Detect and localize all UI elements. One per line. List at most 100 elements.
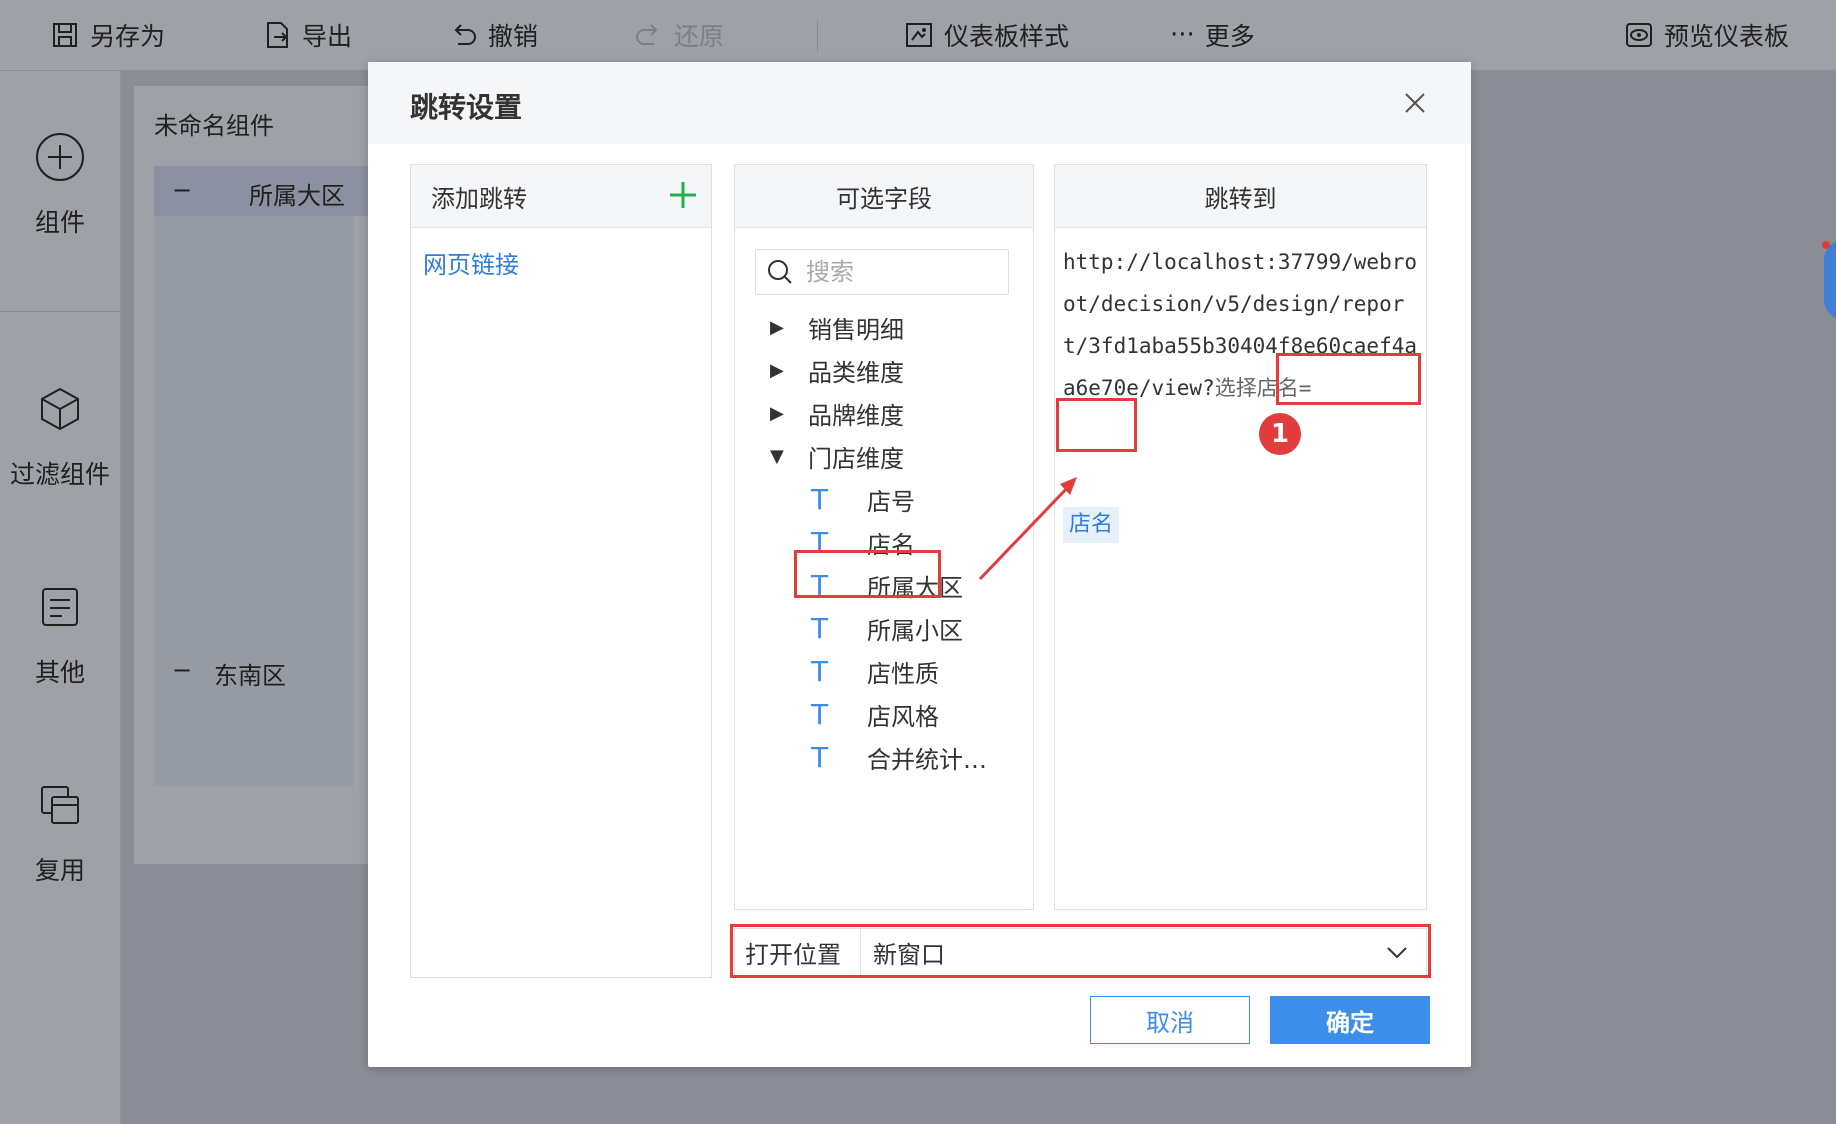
redo-button[interactable]: 还原 xyxy=(634,0,724,70)
tree-label: 所属小区 xyxy=(867,616,963,645)
collapse-icon[interactable]: − xyxy=(172,656,192,684)
toolbar-divider xyxy=(817,20,818,52)
tree-label: 店风格 xyxy=(867,702,939,731)
undo-icon xyxy=(454,24,476,45)
sidebar-item-label: 过滤组件 xyxy=(9,460,110,489)
more-label: 更多 xyxy=(1204,22,1255,51)
fields-header: 可选字段 xyxy=(735,165,1033,228)
sidebar-item-label: 复用 xyxy=(34,856,85,885)
url-editor[interactable]: http://localhost:37799/webroot/decision/… xyxy=(1063,241,1423,409)
component-title: 未命名组件 xyxy=(154,112,274,140)
open-position-label: 打开位置 xyxy=(735,929,861,975)
preview-dashboard-button[interactable]: 预览仪表板 xyxy=(1624,0,1789,70)
caret-right-icon[interactable]: ▶ xyxy=(770,403,784,424)
add-jump-title: 添加跳转 xyxy=(431,184,527,213)
save-as-button[interactable]: 另存为 xyxy=(50,0,165,70)
component-panel[interactable]: 未命名组件 − 所属大区 − 东南区 xyxy=(134,86,374,864)
text-field-icon: T xyxy=(811,697,829,731)
side-handle[interactable] xyxy=(1824,240,1836,320)
tree-field-store-nature[interactable]: T 店性质 xyxy=(735,649,1035,693)
tree-group-category[interactable]: ▶ 品类维度 xyxy=(735,348,1035,392)
tree-group-brand[interactable]: ▶ 品牌维度 xyxy=(735,391,1035,435)
jump-to-panel: 跳转到 http://localhost:37799/webroot/decis… xyxy=(1054,164,1427,910)
sidebar-item-components[interactable]: 组件 xyxy=(0,131,120,239)
field-tag-store-name[interactable]: 店名 xyxy=(1063,507,1120,543)
sidebar-item-filter[interactable]: 过滤组件 xyxy=(0,383,120,491)
header-label: 所属大区 xyxy=(249,182,345,210)
tree-label: 品牌维度 xyxy=(808,401,904,430)
dashboard-style-label: 仪表板样式 xyxy=(944,22,1070,51)
more-button[interactable]: ··· 更多 xyxy=(1170,0,1255,70)
text-field-icon: T xyxy=(811,482,829,516)
chevron-down-icon[interactable] xyxy=(1382,937,1412,967)
export-label: 导出 xyxy=(302,22,353,51)
sidebar-divider xyxy=(0,311,120,312)
tree-field-merge-stats[interactable]: T 合并统计… xyxy=(735,735,1035,779)
tree-label: 品类维度 xyxy=(808,358,904,387)
jump-to-header: 跳转到 xyxy=(1055,165,1426,228)
undo-button[interactable]: 撤销 xyxy=(448,0,538,70)
export-icon xyxy=(267,22,288,48)
dialog-header: 跳转设置 xyxy=(368,62,1471,144)
sidebar-item-reuse[interactable]: 复用 xyxy=(0,779,120,887)
sidebar-item-label: 组件 xyxy=(34,208,85,237)
tree-label: 店名 xyxy=(867,530,915,559)
search-field[interactable] xyxy=(755,249,1009,295)
tree-field-store-no[interactable]: T 店号 xyxy=(735,477,1035,521)
plus-circle-icon xyxy=(36,133,84,181)
text-field-icon: T xyxy=(811,740,829,774)
url-param: 选择店名= xyxy=(1214,376,1312,400)
text-field-icon: T xyxy=(811,654,829,688)
caret-right-icon[interactable]: ▶ xyxy=(770,317,784,338)
tree-label: 所属大区 xyxy=(867,573,963,602)
tree-group-sales-detail[interactable]: ▶ 销售明细 xyxy=(735,305,1035,349)
copy-icon xyxy=(41,786,79,824)
row-label: 东南区 xyxy=(214,662,286,690)
tree-field-store-name[interactable]: T 店名 xyxy=(735,520,1035,564)
caret-down-icon[interactable]: ▼ xyxy=(770,446,784,467)
ok-button[interactable]: 确定 xyxy=(1270,996,1430,1044)
collapse-icon[interactable]: − xyxy=(172,176,192,204)
open-position-value: 新窗口 xyxy=(873,940,945,969)
jump-settings-dialog: 跳转设置 添加跳转 网页链接 可选字段 ▶ 销售明细 ▶ 品类维度 ▶ xyxy=(368,62,1471,1067)
add-jump-header: 添加跳转 xyxy=(411,165,711,228)
redo-icon xyxy=(636,24,658,45)
notification-dot xyxy=(1822,241,1830,249)
export-button[interactable]: 导出 xyxy=(262,0,352,70)
tree-field-subregion[interactable]: T 所属小区 xyxy=(735,606,1035,650)
text-field-icon: T xyxy=(811,611,829,645)
save-as-label: 另存为 xyxy=(90,22,166,51)
component-table: − 所属大区 − 东南区 xyxy=(154,166,374,786)
text-field-icon: T xyxy=(811,525,829,559)
open-position-select[interactable]: 打开位置 新窗口 xyxy=(734,928,1427,976)
sidebar-item-other[interactable]: 其他 xyxy=(0,581,120,689)
tree-field-region[interactable]: T 所属大区 xyxy=(735,563,1035,607)
undo-label: 撤销 xyxy=(488,22,539,51)
caret-right-icon[interactable]: ▶ xyxy=(770,360,784,381)
step-badge: 1 xyxy=(1259,413,1301,455)
close-icon[interactable] xyxy=(1398,86,1432,120)
table-row: − 东南区 xyxy=(154,646,354,696)
preview-label: 预览仪表板 xyxy=(1664,22,1790,51)
tree-label: 销售明细 xyxy=(808,315,904,344)
add-icon[interactable] xyxy=(667,179,699,211)
eye-icon xyxy=(1626,23,1652,47)
search-icon xyxy=(768,260,792,284)
jump-item-web-link[interactable]: 网页链接 xyxy=(423,245,519,280)
add-jump-panel: 添加跳转 网页链接 xyxy=(410,164,712,978)
tree-field-store-style[interactable]: T 店风格 xyxy=(735,692,1035,736)
left-sidebar: 组件 过滤组件 其他 复用 xyxy=(0,71,121,1124)
redo-label: 还原 xyxy=(674,22,725,51)
dashboard-style-button[interactable]: 仪表板样式 xyxy=(904,0,1069,70)
text-field-icon: T xyxy=(811,568,829,602)
document-icon xyxy=(42,588,78,626)
tree-label: 门店维度 xyxy=(808,444,904,473)
search-input[interactable] xyxy=(804,257,988,287)
tree-label: 店号 xyxy=(867,487,915,516)
ellipsis-icon: ··· xyxy=(1170,20,1195,50)
table-header-row: − 所属大区 xyxy=(154,166,374,216)
tree-group-store[interactable]: ▼ 门店维度 xyxy=(735,434,1035,478)
cancel-button[interactable]: 取消 xyxy=(1090,996,1250,1044)
fields-panel: 可选字段 ▶ 销售明细 ▶ 品类维度 ▶ 品牌维度 ▼ 门店维度 T xyxy=(734,164,1034,910)
tree-label: 店性质 xyxy=(867,659,939,688)
